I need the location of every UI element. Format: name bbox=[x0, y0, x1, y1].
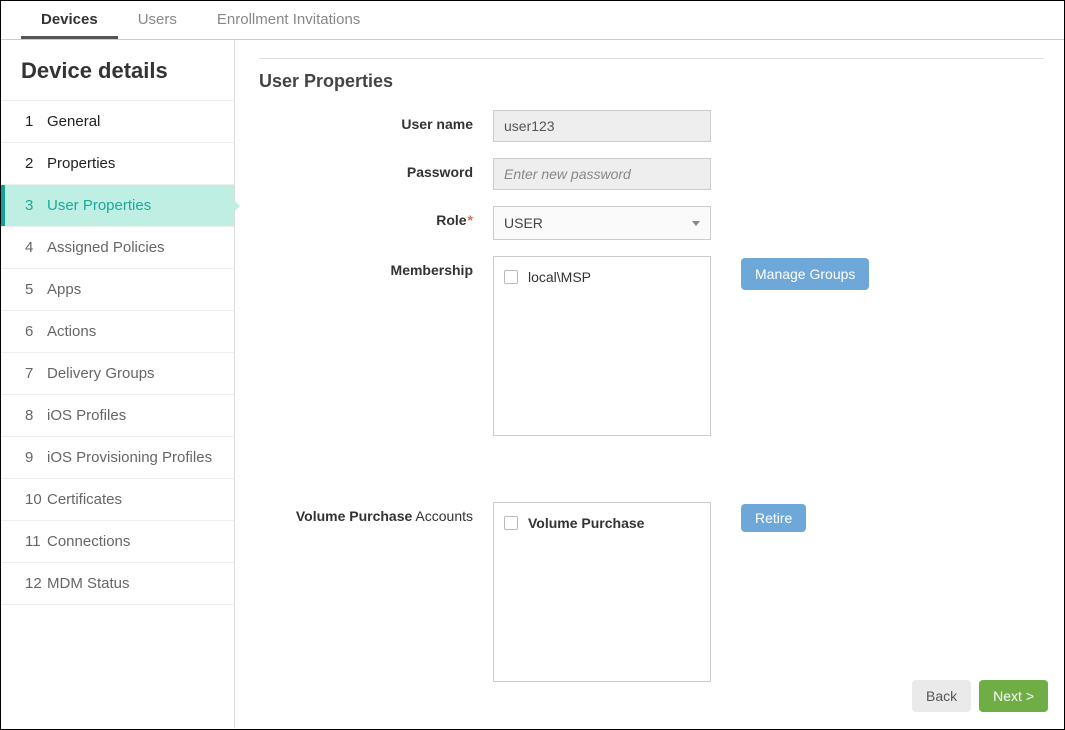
label-password: Password bbox=[259, 158, 493, 180]
sidebar-item-label: iOS Profiles bbox=[47, 407, 126, 424]
sidebar-item-num: 8 bbox=[25, 407, 47, 424]
sidebar-item-certificates[interactable]: 10 Certificates bbox=[1, 479, 234, 521]
label-volume-purchase: Volume Purchase Accounts bbox=[259, 502, 493, 524]
label-membership: Membership bbox=[259, 256, 493, 278]
sidebar-item-delivery-groups[interactable]: 7 Delivery Groups bbox=[1, 353, 234, 395]
sidebar-item-apps[interactable]: 5 Apps bbox=[1, 269, 234, 311]
sidebar-item-ios-provisioning-profiles[interactable]: 9 iOS Provisioning Profiles bbox=[1, 437, 234, 479]
sidebar-item-label: Certificates bbox=[47, 491, 122, 508]
sidebar-item-num: 2 bbox=[25, 155, 47, 172]
password-input[interactable] bbox=[493, 158, 711, 190]
sidebar-item-num: 4 bbox=[25, 239, 47, 256]
sidebar: Device details 1 General 2 Properties 3 … bbox=[1, 40, 235, 728]
label-username: User name bbox=[259, 110, 493, 132]
role-select[interactable]: USER bbox=[493, 206, 711, 240]
username-input[interactable] bbox=[493, 110, 711, 142]
top-tabs: Devices Users Enrollment Invitations bbox=[1, 1, 1064, 40]
sidebar-item-num: 10 bbox=[25, 491, 47, 508]
back-button[interactable]: Back bbox=[912, 680, 971, 712]
sidebar-item-mdm-status[interactable]: 12 MDM Status bbox=[1, 563, 234, 605]
sidebar-item-num: 3 bbox=[25, 197, 47, 214]
sidebar-item-label: Actions bbox=[47, 323, 96, 340]
next-button[interactable]: Next > bbox=[979, 680, 1048, 712]
section-title: User Properties bbox=[259, 71, 1044, 92]
sidebar-item-actions[interactable]: 6 Actions bbox=[1, 311, 234, 353]
row-role: Role* USER bbox=[259, 206, 1044, 240]
checkbox-icon[interactable] bbox=[504, 516, 518, 530]
tab-users[interactable]: Users bbox=[118, 1, 197, 39]
checkbox-icon[interactable] bbox=[504, 270, 518, 284]
row-username: User name bbox=[259, 110, 1044, 142]
label-role: Role* bbox=[259, 206, 493, 228]
sidebar-item-label: Connections bbox=[47, 533, 130, 550]
sidebar-item-label: Assigned Policies bbox=[47, 239, 165, 256]
sidebar-item-label: iOS Provisioning Profiles bbox=[47, 449, 212, 466]
sidebar-item-label: Apps bbox=[47, 281, 81, 298]
volume-purchase-item[interactable]: Volume Purchase bbox=[504, 515, 700, 531]
main-panel: User Properties User name Password Role*… bbox=[235, 40, 1064, 728]
sidebar-item-num: 12 bbox=[25, 575, 47, 592]
role-select-value: USER bbox=[504, 215, 543, 231]
sidebar-item-num: 6 bbox=[25, 323, 47, 340]
content-row: Device details 1 General 2 Properties 3 … bbox=[1, 40, 1064, 728]
chevron-down-icon bbox=[692, 221, 700, 226]
manage-groups-button[interactable]: Manage Groups bbox=[741, 258, 869, 290]
sidebar-item-general[interactable]: 1 General bbox=[1, 101, 234, 143]
sidebar-item-user-properties[interactable]: 3 User Properties bbox=[1, 185, 234, 227]
membership-item-label: local\MSP bbox=[528, 269, 591, 285]
sidebar-item-num: 11 bbox=[25, 533, 47, 550]
sidebar-item-num: 7 bbox=[25, 365, 47, 382]
row-volume-purchase: Volume Purchase Accounts Volume Purchase… bbox=[259, 502, 1044, 682]
membership-item[interactable]: local\MSP bbox=[504, 269, 700, 285]
sidebar-item-assigned-policies[interactable]: 4 Assigned Policies bbox=[1, 227, 234, 269]
volume-purchase-item-label: Volume Purchase bbox=[528, 515, 644, 531]
row-password: Password bbox=[259, 158, 1044, 190]
sidebar-item-label: General bbox=[47, 113, 100, 130]
volume-purchase-listbox[interactable]: Volume Purchase bbox=[493, 502, 711, 682]
sidebar-item-label: Delivery Groups bbox=[47, 365, 155, 382]
retire-button[interactable]: Retire bbox=[741, 504, 806, 532]
tab-devices[interactable]: Devices bbox=[21, 1, 118, 39]
sidebar-item-label: Properties bbox=[47, 155, 115, 172]
sidebar-item-connections[interactable]: 11 Connections bbox=[1, 521, 234, 563]
footer-buttons: Back Next > bbox=[912, 680, 1048, 712]
divider bbox=[259, 58, 1044, 59]
sidebar-item-ios-profiles[interactable]: 8 iOS Profiles bbox=[1, 395, 234, 437]
sidebar-item-label: User Properties bbox=[47, 197, 151, 214]
tab-enrollment-invitations[interactable]: Enrollment Invitations bbox=[197, 1, 380, 39]
sidebar-item-properties[interactable]: 2 Properties bbox=[1, 143, 234, 185]
row-membership: Membership local\MSP Manage Groups bbox=[259, 256, 1044, 436]
membership-listbox[interactable]: local\MSP bbox=[493, 256, 711, 436]
sidebar-item-num: 9 bbox=[25, 449, 47, 466]
sidebar-item-label: MDM Status bbox=[47, 575, 130, 592]
sidebar-item-num: 1 bbox=[25, 113, 47, 130]
app-frame: Devices Users Enrollment Invitations Dev… bbox=[0, 0, 1065, 730]
sidebar-title: Device details bbox=[1, 40, 234, 101]
sidebar-item-num: 5 bbox=[25, 281, 47, 298]
